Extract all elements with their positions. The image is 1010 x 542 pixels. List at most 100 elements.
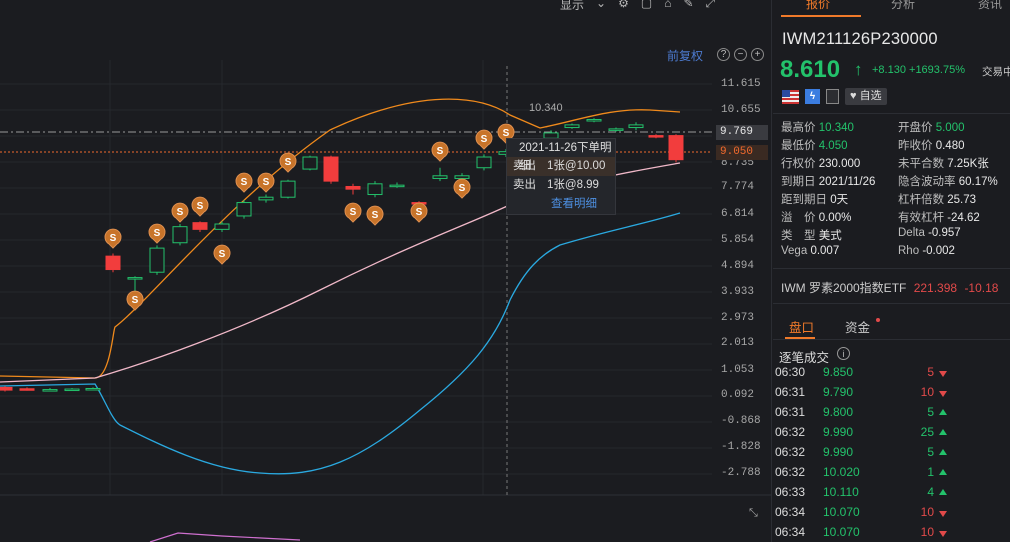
divider — [773, 303, 1010, 304]
candle-body — [172, 226, 188, 244]
camera-icon[interactable]: ⌂ — [664, 0, 671, 10]
chart-pane[interactable]: SSSSSSSSSSSSSSSS 显示 ⌄ ⚙ ▢ ⌂ ✎ ⤢ 前复权 ? − … — [0, 0, 772, 542]
y-tick-label: -2.788 — [721, 467, 761, 479]
trade-time: 06:34 — [775, 505, 806, 519]
candle-body — [476, 156, 492, 169]
lightning-icon[interactable]: ϟ — [805, 89, 820, 104]
stat-row: Delta -0.957 — [898, 227, 961, 239]
zoom-out-icon[interactable]: − — [734, 48, 747, 61]
app-window: SSSSSSSSSSSSSSSS 显示 ⌄ ⚙ ▢ ⌂ ✎ ⤢ 前复权 ? − … — [0, 0, 1010, 542]
trade-time: 06:32 — [775, 465, 806, 479]
trade-row: 06:34 10.070 10 — [773, 505, 1010, 525]
stat-row: 行权价 230.000 — [781, 155, 860, 171]
trade-time: 06:32 — [775, 425, 806, 439]
stat-value: 5.000 — [935, 122, 965, 134]
tab-analysis[interactable]: 分析 — [891, 0, 915, 12]
stat-row: 隐含波动率 60.17% — [898, 173, 998, 189]
underlying-row[interactable]: IWM 罗素2000指数ETF 221.398 -10.18 — [781, 279, 998, 296]
stat-value: 0天 — [830, 194, 849, 206]
candle-body — [564, 124, 580, 129]
divider — [773, 113, 1010, 114]
divider — [773, 339, 1010, 340]
candle-body — [586, 119, 602, 122]
trade-volume: 10 — [920, 385, 934, 399]
candle-body — [236, 202, 252, 217]
adjust-toggle[interactable]: 前复权 — [667, 47, 703, 64]
tab-quote[interactable]: 报价 — [806, 0, 830, 12]
candle-body — [302, 156, 318, 170]
stat-label: Vega — [781, 245, 808, 257]
info-icon[interactable]: i — [837, 347, 850, 360]
candle-body — [64, 388, 80, 392]
y-tick-label: 4.894 — [721, 260, 755, 272]
tab-news[interactable]: 资讯 — [978, 0, 1002, 12]
stat-row: 到期日 2021/11/26 — [781, 173, 875, 189]
fullscreen-icon[interactable]: ⤢ — [706, 0, 716, 10]
tab-capital[interactable]: 资金 — [845, 317, 870, 336]
y-tick-label: 6.814 — [721, 208, 755, 220]
stat-row: 距到期日 0天 — [781, 191, 848, 207]
down-triangle-icon — [939, 511, 947, 517]
sell-marker-label: S — [263, 177, 270, 188]
trade-price: 9.800 — [823, 405, 854, 419]
trade-row: 06:30 9.850 5 — [773, 365, 1010, 385]
add-watchlist-button[interactable]: ♥ 自选 — [845, 88, 887, 105]
stat-value: -24.62 — [947, 212, 980, 224]
chevron-down-icon[interactable]: ⌄ — [596, 0, 606, 10]
trade-volume: 5 — [927, 365, 934, 379]
candle-body — [0, 386, 13, 391]
stat-row: 最低价 4.050 — [781, 137, 847, 153]
draw-icon[interactable]: ✎ — [683, 0, 693, 10]
stat-row: 昨收价 0.480 — [898, 137, 964, 153]
sell-marker-label: S — [437, 146, 444, 157]
change-percent: +1693.75% — [909, 64, 965, 76]
up-triangle-icon — [939, 469, 947, 475]
sell-marker-label: S — [459, 183, 466, 194]
high-annotation: 10.340 — [529, 102, 563, 114]
stat-label: 到期日 — [781, 176, 816, 188]
y-tick-label: 3.933 — [721, 286, 755, 298]
expand-icon[interactable]: ⤡ — [749, 507, 758, 520]
trade-volume: 25 — [920, 425, 934, 439]
stat-label: 有效杠杆 — [898, 212, 944, 224]
stat-value: 0.00% — [818, 212, 852, 224]
candle-body — [19, 388, 35, 391]
trade-row: 06:31 9.800 5 — [773, 405, 1010, 425]
trade-row: 06:32 9.990 25 — [773, 425, 1010, 445]
sell-marker-label: S — [197, 201, 204, 212]
document-icon[interactable] — [826, 89, 839, 104]
view-details-link[interactable]: 查看明细 — [507, 195, 615, 213]
candle-body — [668, 135, 684, 161]
down-triangle-icon — [939, 531, 947, 537]
sell-marker-label: S — [241, 177, 248, 188]
underlying-name: IWM 罗素2000指数ETF — [781, 281, 907, 295]
book-tabs: 盘口 资金 — [773, 315, 1010, 339]
tooltip-row: 卖出 1张@8.99 — [507, 176, 615, 195]
trade-price: 10.070 — [823, 525, 860, 539]
tab-orderbook[interactable]: 盘口 — [789, 317, 814, 336]
display-dropdown[interactable]: 显示 — [560, 0, 584, 12]
y-tick-label: 7.774 — [721, 181, 755, 193]
trade-price: 9.990 — [823, 425, 854, 439]
window-icon[interactable]: ▢ — [641, 0, 652, 10]
stat-row: 类 型 美式 — [781, 227, 842, 243]
y-tick-label: 5.854 — [721, 234, 755, 246]
stat-label: 类 型 — [781, 230, 816, 242]
stat-row: 有效杠杆 -24.62 — [898, 209, 980, 225]
trade-time: 06:31 — [775, 385, 806, 399]
trading-status: 交易中 — [982, 66, 1010, 78]
info-icon[interactable]: ? — [717, 48, 730, 61]
settings-icon[interactable]: ⚙ — [618, 0, 629, 10]
stat-value: 4.050 — [818, 140, 848, 152]
trade-row: 06:32 10.020 1 — [773, 465, 1010, 485]
trade-price: 9.850 — [823, 365, 854, 379]
last-price-tag: 9.769 — [716, 125, 768, 140]
tooltip-detail: 1张@10.00 — [547, 160, 606, 172]
stat-label: 最高价 — [781, 122, 816, 134]
stat-label: 杠杆倍数 — [898, 194, 944, 206]
up-arrow-icon: ↑ — [854, 60, 863, 79]
stat-value: 0.007 — [810, 245, 840, 257]
kline-chart[interactable]: SSSSSSS SSS S SSSSS — [0, 0, 772, 542]
zoom-in-icon[interactable]: + — [751, 48, 764, 61]
change-value: +8.130 — [872, 64, 906, 76]
